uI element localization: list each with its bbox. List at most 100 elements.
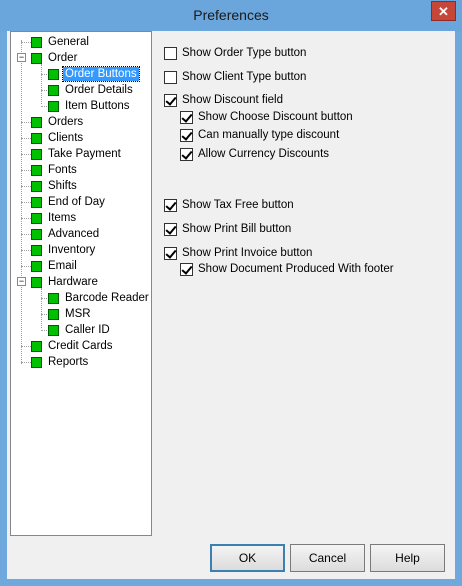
collapse-order-icon[interactable]: −	[17, 53, 26, 62]
tree-item-take-payment[interactable]: Take Payment	[31, 146, 123, 162]
tree-item-caller-id[interactable]: Caller ID	[48, 322, 112, 338]
tree-item-label: Order Details	[65, 84, 133, 96]
tree-line	[21, 250, 31, 251]
tree-item-label: Barcode Reader	[65, 292, 149, 304]
tree-item-clients[interactable]: Clients	[31, 130, 85, 146]
checkbox-box[interactable]	[180, 147, 193, 161]
tree-item-items[interactable]: Items	[31, 210, 78, 226]
show-order-type-checkbox[interactable]: Show Order Type button	[164, 45, 306, 61]
cancel-button[interactable]: Cancel	[290, 544, 365, 572]
checkbox-label: Show Print Bill button	[182, 223, 292, 235]
document-footer-checkbox[interactable]: Show Document Produced With footer	[180, 261, 394, 277]
dialog-client-area: − − General Order Order Buttons Order De…	[7, 31, 455, 579]
tree-line	[21, 202, 31, 203]
tree-item-hardware[interactable]: Hardware	[31, 274, 100, 290]
tree-item-label: Advanced	[48, 228, 100, 240]
tree-item-label: Orders	[48, 116, 84, 128]
tree-item-label: Email	[48, 260, 77, 272]
tree-item-orders[interactable]: Orders	[31, 114, 85, 130]
checkbox-label: Show Discount field	[182, 94, 283, 106]
tree-item-label: Item Buttons	[65, 100, 130, 112]
tree-item-end-of-day[interactable]: End of Day	[31, 194, 107, 210]
tree-item-credit-cards[interactable]: Credit Cards	[31, 338, 115, 354]
collapse-hardware-icon[interactable]: −	[17, 277, 26, 286]
folder-icon	[48, 324, 59, 336]
tree-item-label: Clients	[48, 132, 84, 144]
folder-icon	[31, 356, 42, 368]
folder-icon	[48, 308, 59, 320]
tree-item-msr[interactable]: MSR	[48, 306, 93, 322]
tree-item-label: Hardware	[48, 276, 98, 288]
tree-line	[21, 122, 31, 123]
folder-icon	[31, 244, 42, 256]
tree-line	[21, 170, 31, 171]
tree-item-item-buttons[interactable]: Item Buttons	[48, 98, 132, 114]
tree-item-label: Order	[48, 52, 78, 64]
checkbox-label: Show Tax Free button	[182, 199, 294, 211]
tree-item-shifts[interactable]: Shifts	[31, 178, 79, 194]
tree-line	[21, 42, 31, 43]
folder-icon	[31, 260, 42, 272]
show-discount-field-checkbox[interactable]: Show Discount field	[164, 92, 283, 108]
tree-line	[21, 186, 31, 187]
tree-item-inventory[interactable]: Inventory	[31, 242, 97, 258]
folder-icon	[31, 212, 42, 224]
folder-icon	[31, 132, 42, 144]
currency-discounts-checkbox[interactable]: Allow Currency Discounts	[180, 146, 329, 162]
folder-icon	[31, 340, 42, 352]
tree-item-order-buttons[interactable]: Order Buttons	[48, 66, 140, 82]
tree-item-general[interactable]: General	[31, 34, 91, 50]
tree-line	[21, 234, 31, 235]
help-button[interactable]: Help	[370, 544, 445, 572]
tree-item-label: Order Buttons	[62, 66, 140, 82]
checkbox-box[interactable]	[164, 93, 177, 107]
checkbox-box[interactable]	[164, 246, 177, 260]
title-bar[interactable]: Preferences ✕	[0, 0, 462, 32]
tree-item-label: Reports	[48, 356, 89, 368]
checkbox-box[interactable]	[164, 70, 177, 84]
tree-item-email[interactable]: Email	[31, 258, 79, 274]
close-icon: ✕	[438, 3, 449, 19]
show-choose-discount-checkbox[interactable]: Show Choose Discount button	[180, 109, 353, 125]
checkbox-label: Show Order Type button	[182, 47, 307, 59]
folder-icon	[31, 276, 42, 288]
tree-item-advanced[interactable]: Advanced	[31, 226, 101, 242]
tree-item-order-details[interactable]: Order Details	[48, 82, 135, 98]
folder-icon	[31, 52, 42, 64]
tree-line	[41, 64, 42, 104]
tree-item-fonts[interactable]: Fonts	[31, 162, 79, 178]
folder-icon	[48, 100, 59, 112]
checkbox-box[interactable]	[180, 262, 193, 276]
tree-item-barcode-reader[interactable]: Barcode Reader	[48, 290, 151, 306]
tree-item-label: General	[48, 36, 89, 48]
folder-icon	[48, 292, 59, 304]
checkbox-box[interactable]	[180, 110, 193, 124]
category-tree[interactable]: − − General Order Order Buttons Order De…	[10, 31, 152, 536]
manual-discount-checkbox[interactable]: Can manually type discount	[180, 127, 339, 143]
tree-item-label: Credit Cards	[48, 340, 113, 352]
checkbox-box[interactable]	[164, 46, 177, 60]
close-button[interactable]: ✕	[431, 1, 456, 21]
checkbox-box[interactable]	[164, 222, 177, 236]
checkbox-label: Show Print Invoice button	[182, 247, 313, 259]
tree-item-label: Take Payment	[48, 148, 121, 160]
show-tax-free-checkbox[interactable]: Show Tax Free button	[164, 197, 294, 213]
checkbox-label: Show Choose Discount button	[198, 111, 353, 123]
folder-icon	[31, 36, 42, 48]
tree-item-label: Caller ID	[65, 324, 110, 336]
show-print-bill-checkbox[interactable]: Show Print Bill button	[164, 221, 291, 237]
tree-item-label: End of Day	[48, 196, 105, 208]
ok-button[interactable]: OK	[210, 544, 285, 572]
tree-item-label: Items	[48, 212, 77, 224]
checkbox-box[interactable]	[180, 128, 193, 142]
tree-item-label: Shifts	[48, 180, 77, 192]
checkbox-label: Show Document Produced With footer	[198, 263, 394, 275]
folder-icon	[31, 164, 42, 176]
show-client-type-checkbox[interactable]: Show Client Type button	[164, 69, 306, 85]
checkbox-box[interactable]	[164, 198, 177, 212]
folder-icon	[31, 228, 42, 240]
tree-item-reports[interactable]: Reports	[31, 354, 90, 370]
tree-line	[21, 218, 31, 219]
show-print-invoice-checkbox[interactable]: Show Print Invoice button	[164, 245, 312, 261]
tree-item-order[interactable]: Order	[31, 50, 79, 66]
